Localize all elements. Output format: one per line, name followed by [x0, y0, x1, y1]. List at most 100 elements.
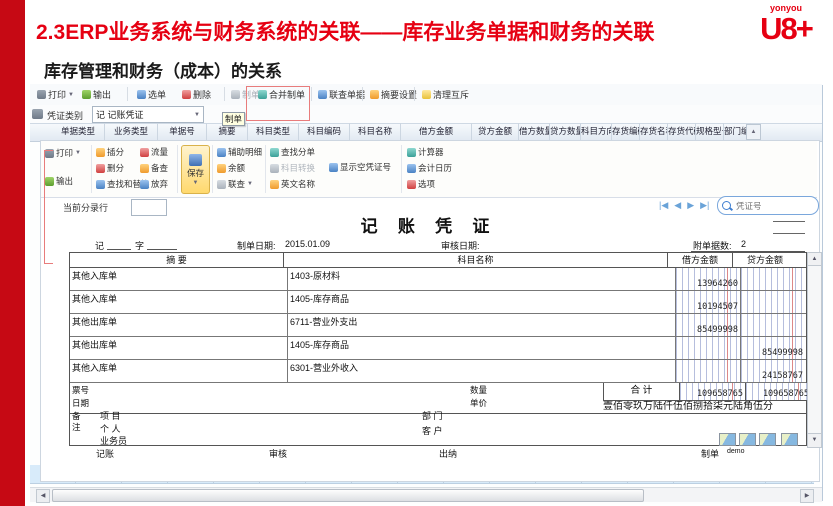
- last-record-button[interactable]: ▶|: [700, 200, 709, 211]
- linked-view-label: 联查: [228, 178, 245, 190]
- voucher-type-dropdown[interactable]: 记 记账凭证 ▼: [92, 106, 204, 123]
- entry-debit: 13964260: [697, 279, 738, 289]
- chevron-down-icon: ▼: [247, 181, 253, 187]
- col-header[interactable]: 存货代码: [668, 123, 696, 140]
- image-tool-icon[interactable]: [739, 433, 756, 446]
- scroll-right-icon[interactable]: ▶: [800, 489, 814, 503]
- col-header[interactable]: 存货编码: [612, 123, 640, 140]
- select-doc-label: 选单: [148, 88, 166, 101]
- entry-credit-cell: [741, 314, 805, 336]
- print-button[interactable]: 打印▼: [37, 88, 74, 101]
- col-header[interactable]: 科目方向: [581, 123, 612, 140]
- scroll-up-icon[interactable]: ▲: [746, 124, 761, 140]
- total-credit: 109658765: [763, 389, 809, 399]
- col-header[interactable]: 借方数量: [519, 123, 550, 140]
- col-header[interactable]: 借方金额: [401, 123, 472, 140]
- voucher-window: 打印▼ 输出 插分 删分 查找和替换 流量 备查 放弃 保存▼ 辅助明细 余额 …: [40, 140, 820, 482]
- clean-mutex-icon: [422, 90, 431, 99]
- highlight-annotation-box: [246, 86, 310, 121]
- voucher-entry-row[interactable]: 其他出库单 1405-库存商品 85499998: [70, 337, 806, 360]
- first-record-button[interactable]: |◀: [659, 200, 668, 211]
- document-grid-header-cells: 单据类型 业务类型 单据号 摘要 科目类型 科目编码 科目名称 借方金额 贷方金…: [52, 123, 751, 140]
- entry-account: 1405-库存商品: [288, 337, 676, 359]
- printer-icon: [37, 90, 46, 99]
- entry-credit-cell: [741, 291, 805, 313]
- calculator-icon: [407, 148, 416, 157]
- show-empty-voucher-button[interactable]: 显示空凭证号: [329, 161, 391, 173]
- show-empty-voucher-label: 显示空凭证号: [340, 161, 391, 173]
- voucher-nav: |◀ ◀ ▶ ▶|: [659, 200, 709, 211]
- linked-query-button[interactable]: 联查单据: [318, 88, 365, 101]
- salesman-label: 业务员: [100, 434, 127, 447]
- calendar-button[interactable]: 会计日历: [407, 162, 452, 174]
- voucher-entry-row[interactable]: 其他入库单 1405-库存商品 10194507: [70, 291, 806, 314]
- options-button[interactable]: 选项: [407, 178, 435, 190]
- col-header[interactable]: 单据类型: [52, 123, 105, 140]
- clean-mutex-label: 清理互斥: [433, 88, 469, 101]
- scrollbar-thumb[interactable]: [52, 489, 644, 502]
- export-button[interactable]: 输出: [82, 88, 111, 101]
- ribbon-separator: [177, 145, 178, 193]
- calculator-button[interactable]: 计算器: [407, 146, 444, 158]
- floppy-disk-icon: [189, 154, 202, 166]
- voucher-entry-row[interactable]: 其他入库单 1403-原材料 13964260: [70, 268, 806, 291]
- voucher-entry-row[interactable]: 其他入库单 6301-营业外收入 24158767: [70, 360, 806, 383]
- reference-button[interactable]: 备查: [140, 162, 168, 174]
- image-tool-icon[interactable]: [719, 433, 736, 446]
- cash-flow-button[interactable]: 流量: [140, 146, 168, 158]
- english-name-button[interactable]: 英文名称: [270, 178, 315, 190]
- select-doc-button[interactable]: 选单: [137, 88, 166, 101]
- insert-entry-label: 插分: [107, 146, 124, 158]
- linked-query-label: 联查单据: [329, 88, 365, 101]
- calculator-label: 计算器: [418, 146, 444, 158]
- voucher-number-search-input[interactable]: [734, 200, 802, 212]
- voucher-vertical-scrollbar[interactable]: [807, 265, 822, 435]
- account-convert-icon: [270, 164, 279, 173]
- col-header[interactable]: 单据号: [158, 123, 207, 140]
- clean-mutex-button[interactable]: 清理互斥: [422, 88, 469, 101]
- scroll-down-icon[interactable]: ▼: [807, 433, 822, 448]
- total-label: 合 计: [604, 383, 680, 400]
- col-header[interactable]: 贷方数量: [550, 123, 581, 140]
- entry-debit: 10194507: [697, 302, 738, 312]
- balance-button[interactable]: 余额: [217, 162, 245, 174]
- account-col-header: 科目名称: [284, 253, 668, 267]
- yonyou-logo: yonyou U8+: [752, 4, 820, 44]
- voucher-word-line: [107, 239, 131, 250]
- audit-date-label: 审核日期:: [441, 239, 480, 252]
- cash-flow-icon: [140, 148, 149, 157]
- scroll-left-icon[interactable]: ◀: [36, 489, 50, 503]
- col-header[interactable]: 贷方金额: [472, 123, 519, 140]
- next-record-button[interactable]: ▶: [687, 200, 694, 211]
- linked-view-button[interactable]: 联查▼: [217, 178, 253, 190]
- insert-entry-button[interactable]: 插分: [96, 146, 124, 158]
- col-header[interactable]: 科目名称: [350, 123, 401, 140]
- abandon-button[interactable]: 放弃: [140, 178, 168, 190]
- delete-entry-button[interactable]: 删分: [96, 162, 124, 174]
- collapse-icon[interactable]: [781, 433, 798, 446]
- col-header[interactable]: 存货名称: [640, 123, 668, 140]
- entry-summary: 其他入库单: [70, 291, 288, 313]
- summary-settings-icon: [370, 90, 379, 99]
- col-header[interactable]: 规格型号: [696, 123, 724, 140]
- save-button[interactable]: 保存▼: [181, 145, 210, 194]
- aux-detail-button[interactable]: 辅助明细: [217, 146, 262, 158]
- horizontal-scrollbar[interactable]: ◀ ▶: [30, 487, 822, 502]
- entry-credit-cell: [741, 268, 805, 290]
- toolbar-separator: [127, 87, 128, 101]
- voucher-info-row: 记 字 制单日期: 2015.01.09 审核日期: 附单据数: 2: [41, 239, 817, 252]
- find-split-doc-button[interactable]: 查找分单: [270, 146, 315, 158]
- signature-line: [773, 221, 805, 222]
- entry-summary: 其他入库单: [70, 360, 288, 382]
- prev-record-button[interactable]: ◀: [674, 200, 681, 211]
- col-header[interactable]: 科目编码: [299, 123, 350, 140]
- summary-col-header: 摘 要: [70, 253, 284, 267]
- voucher-type-value: 记 记账凭证: [96, 108, 144, 121]
- col-header[interactable]: 科目类型: [248, 123, 299, 140]
- summary-settings-button[interactable]: 摘要设置: [370, 88, 417, 101]
- voucher-entry-row[interactable]: 其他出库单 6711-营业外支出 85499998: [70, 314, 806, 337]
- calendar-label: 会计日历: [418, 162, 452, 174]
- image-tool-icon[interactable]: [759, 433, 776, 446]
- col-header[interactable]: 业务类型: [105, 123, 158, 140]
- delete-button[interactable]: 删除: [182, 88, 211, 101]
